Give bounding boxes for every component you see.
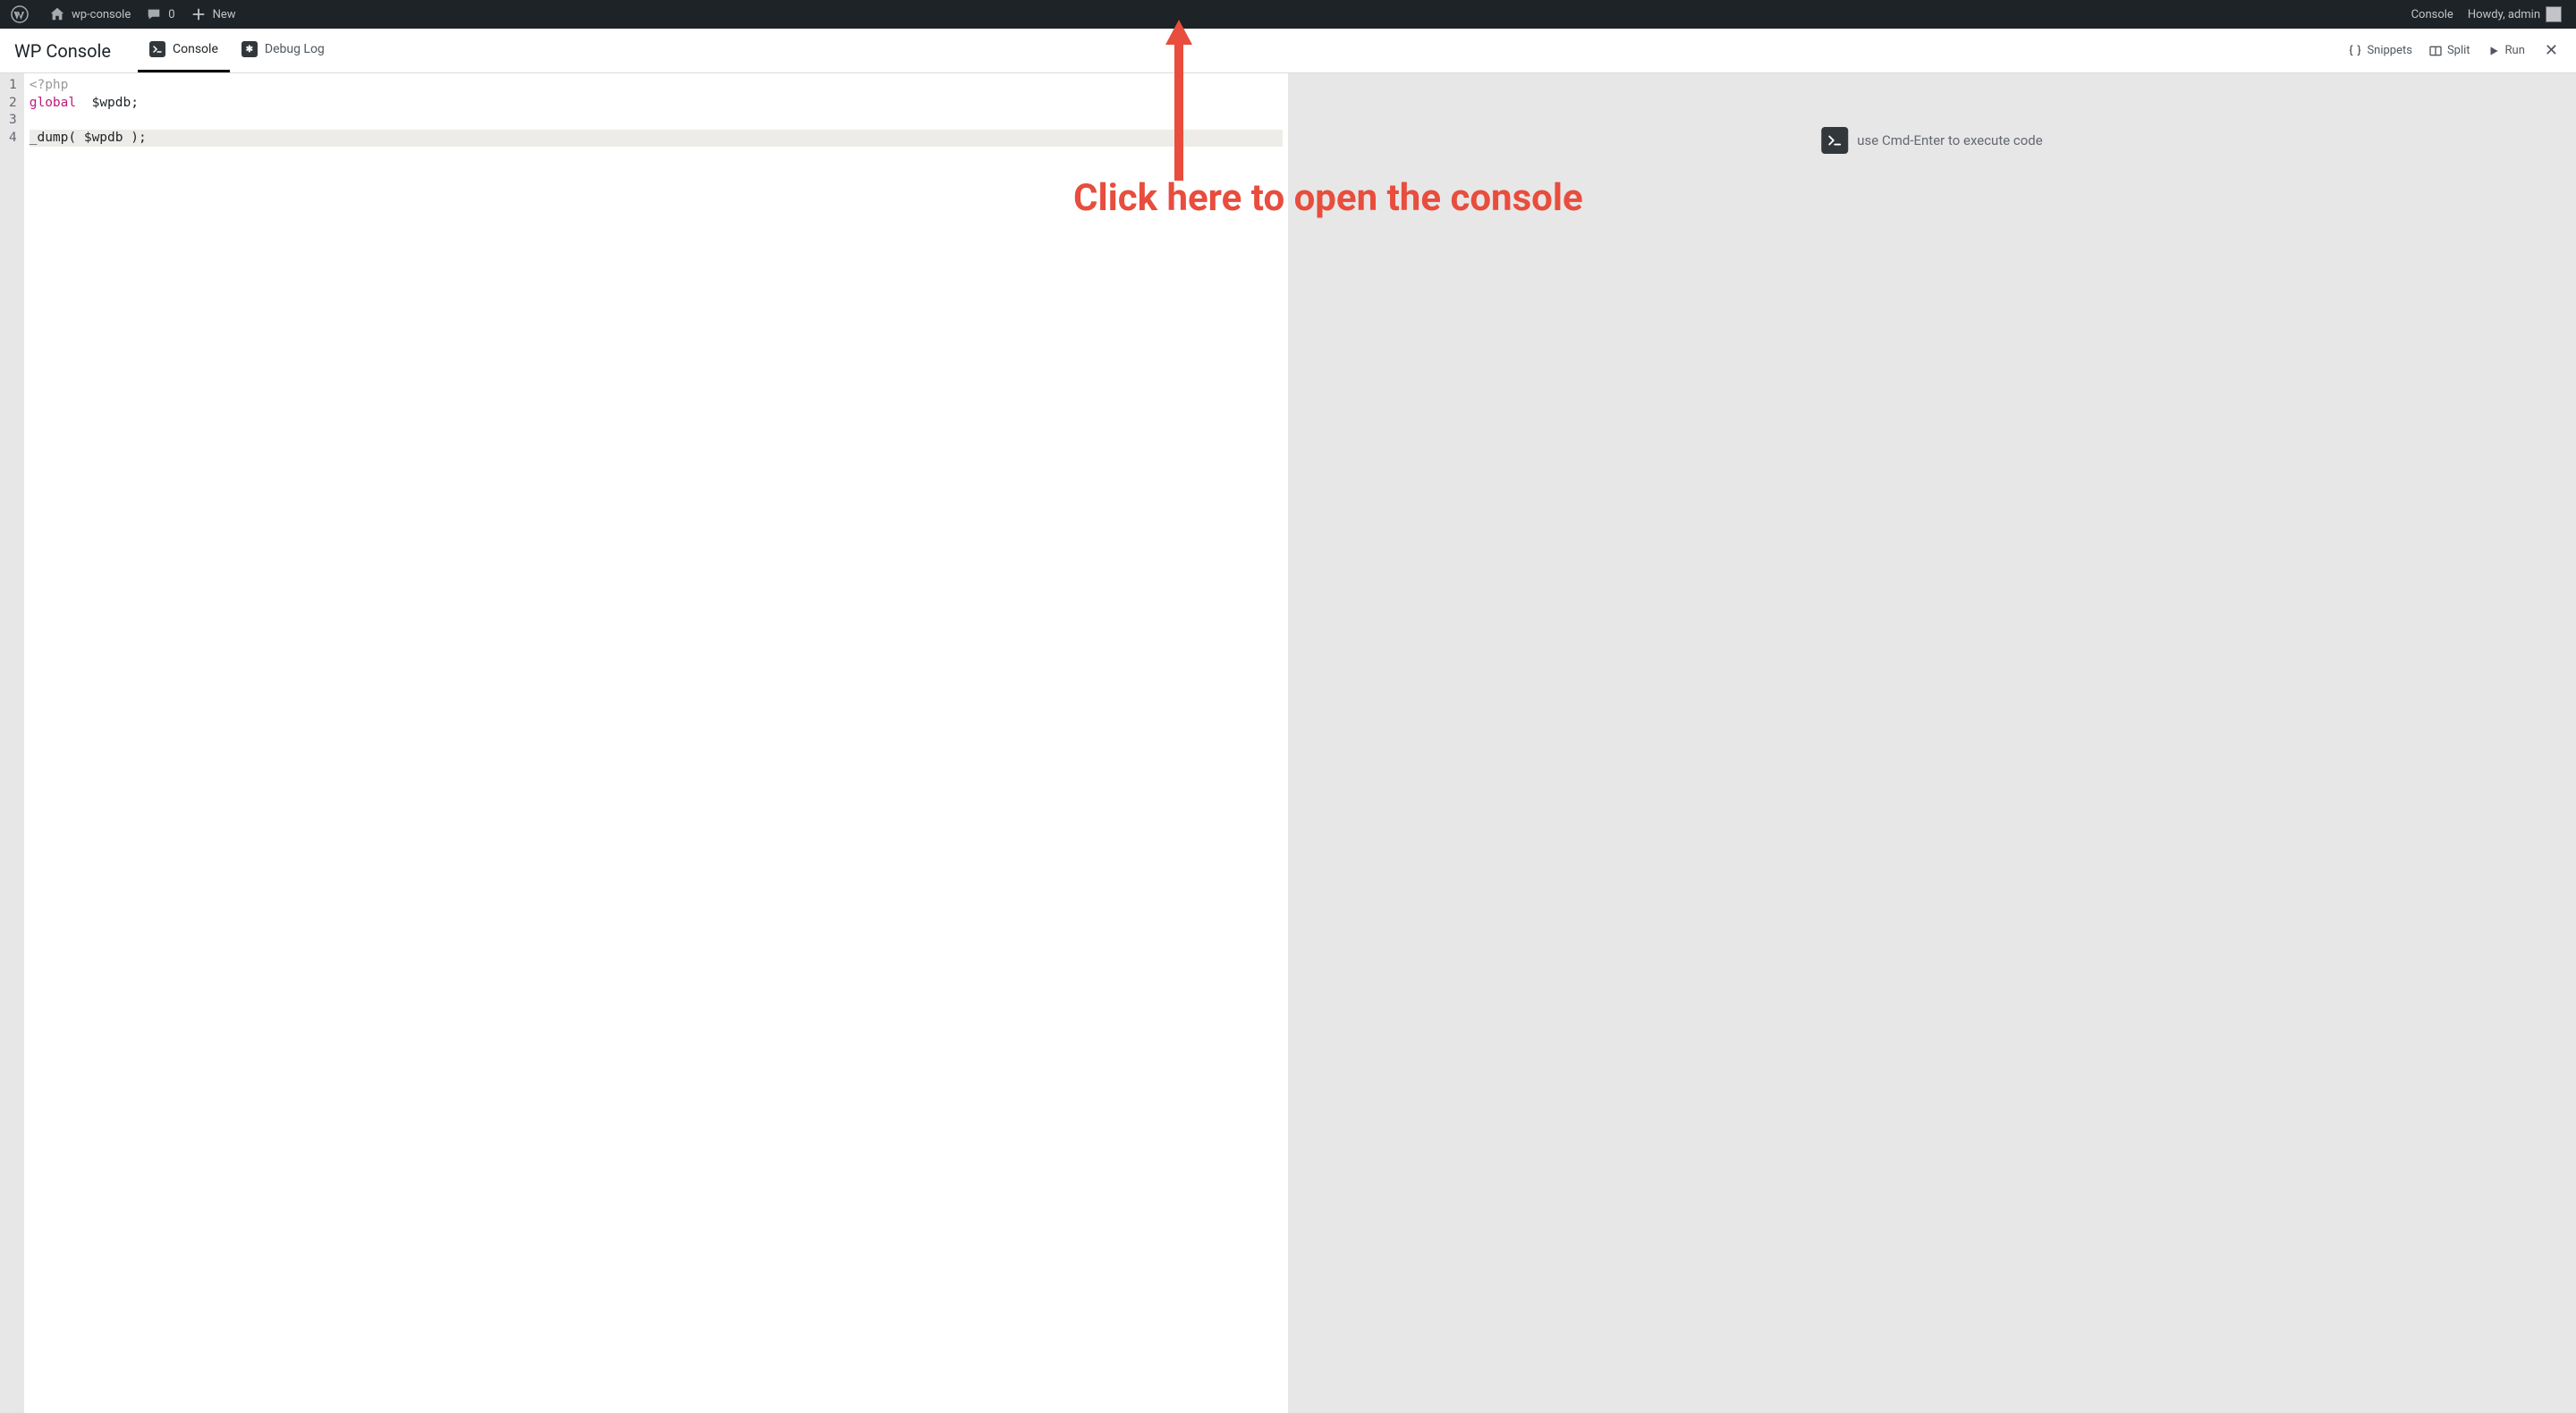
code-content[interactable]: <?php global $wpdb; _dump( $wpdb );	[24, 73, 1288, 1413]
comments-count: 0	[168, 8, 174, 21]
terminal-icon	[1821, 127, 1848, 154]
wp-logo[interactable]	[4, 0, 41, 29]
snippets-label: Snippets	[2367, 44, 2412, 57]
run-label: Run	[2505, 44, 2525, 57]
braces-icon	[2348, 44, 2362, 58]
terminal-icon	[149, 41, 165, 57]
new-content-link[interactable]: New	[182, 0, 243, 29]
line-number: 1	[9, 77, 17, 95]
console-label: Console	[2411, 8, 2453, 21]
code-token: global	[30, 96, 76, 110]
line-number: 3	[9, 112, 17, 130]
code-token: <?php	[30, 78, 69, 92]
split-label: Split	[2447, 44, 2470, 57]
split-icon	[2428, 44, 2443, 58]
bug-icon: ✱	[242, 41, 258, 57]
close-icon: ✕	[2545, 41, 2558, 60]
line-number: 2	[9, 95, 17, 113]
user-menu[interactable]: Howdy, admin	[2461, 0, 2569, 29]
line-number: 4	[9, 130, 17, 148]
output-hint: use Cmd-Enter to execute code	[1821, 127, 2042, 154]
output-hint-text: use Cmd-Enter to execute code	[1857, 132, 2042, 148]
comments-link[interactable]: 0	[138, 0, 182, 29]
close-button[interactable]: ✕	[2541, 39, 2562, 63]
wp-admin-bar: wp-console 0 New Console Howdy, admin	[0, 0, 2576, 29]
output-pane: use Cmd-Enter to execute code	[1288, 73, 2576, 1413]
snippets-button[interactable]: Snippets	[2348, 44, 2412, 58]
code-token: $wpdb;	[76, 96, 139, 110]
editor-area: 1 2 3 4 <?php global $wpdb; _dump( $wpdb…	[0, 73, 2576, 1413]
console-trigger[interactable]: Console	[2404, 0, 2461, 29]
panel-title: WP Console	[14, 40, 111, 62]
tab-debug-log-label: Debug Log	[265, 42, 325, 56]
code-editor[interactable]: 1 2 3 4 <?php global $wpdb; _dump( $wpdb…	[0, 73, 1288, 1413]
plus-icon	[190, 5, 208, 23]
tab-debug-log[interactable]: ✱ Debug Log	[230, 29, 336, 72]
tab-console-label: Console	[173, 42, 218, 56]
site-name-label: wp-console	[72, 8, 131, 21]
wp-console-header: WP Console Console ✱ Debug Log Snippets	[0, 29, 2576, 73]
tab-console[interactable]: Console	[138, 29, 230, 72]
split-button[interactable]: Split	[2428, 44, 2470, 58]
run-button[interactable]: Run	[2487, 44, 2525, 58]
line-gutter: 1 2 3 4	[0, 73, 24, 1413]
user-avatar-icon	[2546, 6, 2562, 22]
code-token: _dump( $wpdb );	[30, 131, 147, 145]
site-home-link[interactable]: wp-console	[41, 0, 138, 29]
home-icon	[48, 5, 66, 23]
howdy-label: Howdy, admin	[2468, 8, 2540, 21]
new-label: New	[213, 8, 236, 21]
panel-tabs: Console ✱ Debug Log	[138, 29, 336, 72]
play-icon	[2487, 44, 2501, 58]
wordpress-icon	[11, 5, 29, 23]
comment-icon	[145, 5, 163, 23]
